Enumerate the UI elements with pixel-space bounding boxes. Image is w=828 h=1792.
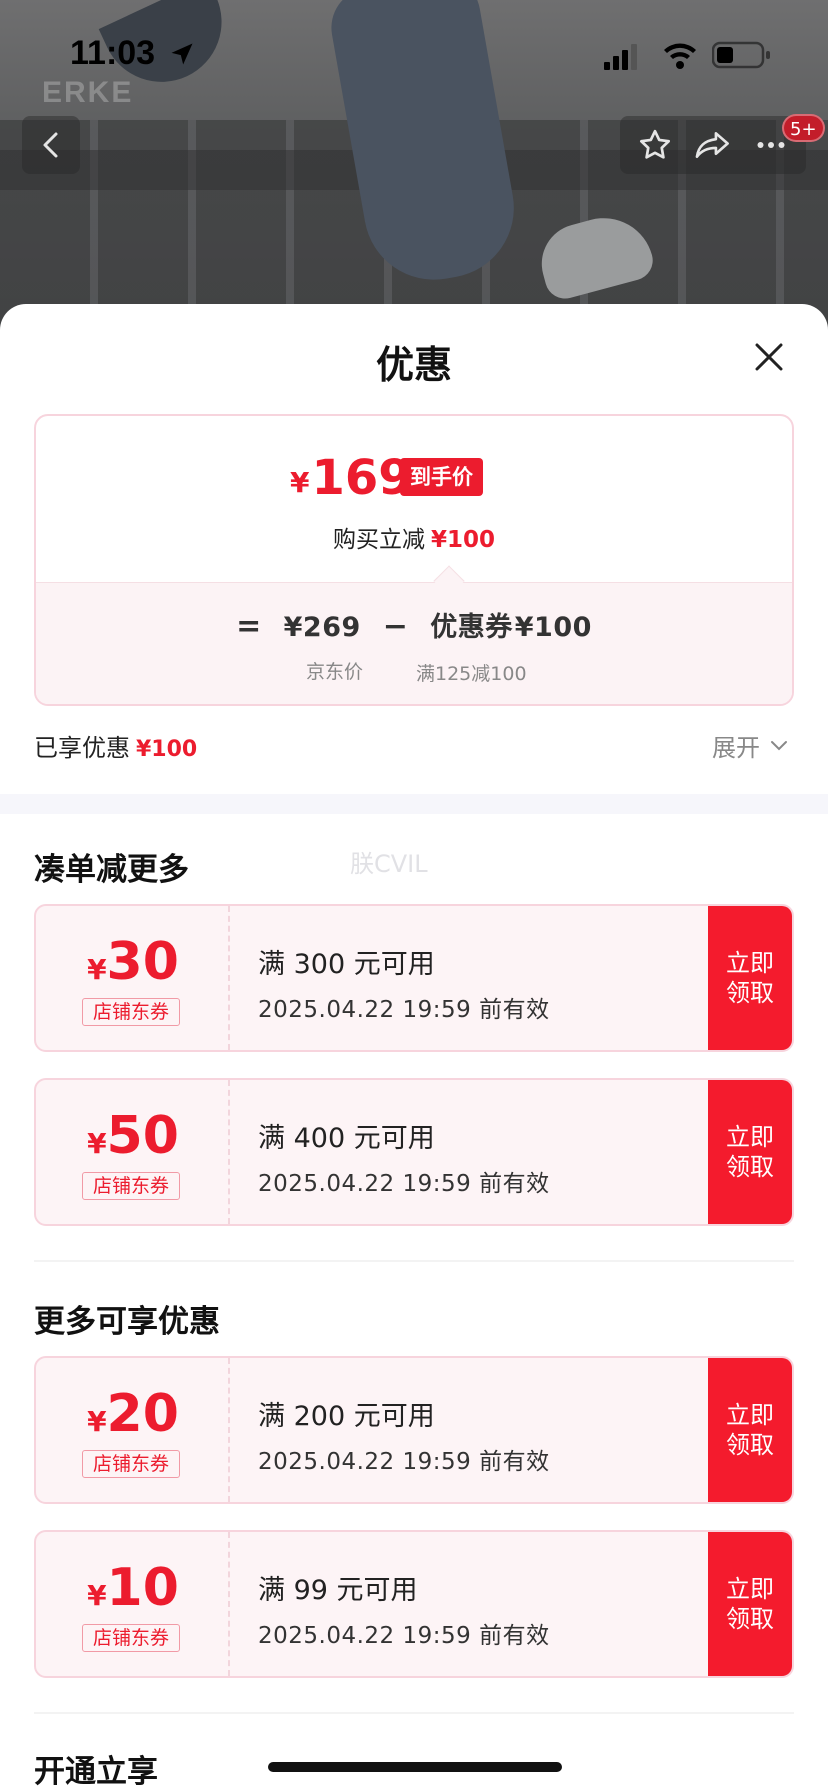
coupon-condition: 满 400 元可用 xyxy=(258,1123,435,1154)
enjoyed-discount: 已享优惠 ¥100 xyxy=(34,728,197,763)
coupon-amount: ¥20 xyxy=(36,1384,230,1444)
enjoyed-label: 已享优惠 xyxy=(34,734,130,762)
jd-price-caption: 京东价 xyxy=(306,661,364,683)
coupon-currency: ¥ xyxy=(87,1579,107,1612)
expand-label: 展开 xyxy=(712,734,760,762)
coupon-amount: ¥30 xyxy=(36,932,230,992)
discount-sheet: 优惠 ¥169 到手价 购买立减 ¥100 = ¥269 − 优惠券¥100 京东… xyxy=(0,304,828,1792)
location-arrow-icon xyxy=(171,43,193,65)
coupon-type-tag: 店铺东券 xyxy=(82,1172,180,1200)
claim-label: 立即 领取 xyxy=(726,949,774,1007)
section-separator xyxy=(34,1712,794,1714)
home-indicator xyxy=(268,1762,562,1772)
currency-symbol: ¥ xyxy=(290,466,310,499)
coupon-currency: ¥ xyxy=(87,1405,107,1438)
share-icon[interactable] xyxy=(694,127,732,163)
coupon-label: 优惠券 xyxy=(430,612,513,643)
price-summary-top: ¥169 到手价 购买立减 ¥100 xyxy=(36,416,792,582)
watermark-text: 朕CVIL xyxy=(350,850,428,878)
coupon-currency: ¥ xyxy=(87,953,107,986)
claim-coupon-button[interactable]: 立即 领取 xyxy=(708,906,792,1050)
coupon-value-area: ¥20 店铺东券 xyxy=(36,1358,230,1502)
section-title: 更多可享优惠 xyxy=(34,1304,220,1340)
coupon-rule-caption: 满125减100 xyxy=(416,663,527,685)
coupon-amount: ¥50 xyxy=(36,1106,230,1166)
coupon-expiry: 2025.04.22 19:59 前有效 xyxy=(258,1623,550,1649)
close-button[interactable] xyxy=(746,334,792,380)
coupon-value: 10 xyxy=(106,1558,179,1618)
coupon-card: ¥10 店铺东券 满 99 元可用 2025.04.22 19:59 前有效 立… xyxy=(34,1530,794,1678)
price-summary-card: ¥169 到手价 购买立减 ¥100 = ¥269 − 优惠券¥100 京东价 满… xyxy=(34,414,794,706)
coupon-value: 50 xyxy=(106,1106,179,1166)
chevron-left-icon xyxy=(43,132,58,158)
price-breakdown: = ¥269 − 优惠券¥100 京东价 满125减100 xyxy=(36,582,792,704)
close-icon xyxy=(755,343,783,371)
enjoyed-amount: ¥100 xyxy=(136,737,198,762)
top-action-group xyxy=(620,116,806,174)
jd-price: ¥269 xyxy=(283,612,361,643)
coupon-type-tag: 店铺东券 xyxy=(82,1624,180,1652)
claim-label: 立即 领取 xyxy=(726,1123,774,1181)
price-formula: = ¥269 − 优惠券¥100 xyxy=(36,605,792,644)
coupon-amount: ¥10 xyxy=(36,1558,230,1618)
coupon-value: 20 xyxy=(106,1384,179,1444)
status-bar: 11:03 xyxy=(0,0,828,100)
section-title: 开通立享 xyxy=(34,1754,158,1790)
claim-label: 立即 领取 xyxy=(726,1401,774,1459)
expand-button[interactable]: 展开 xyxy=(712,728,788,763)
section-divider xyxy=(0,794,828,814)
instant-discount: 购买立减 ¥100 xyxy=(36,520,792,554)
coupon-card: ¥30 店铺东券 满 300 元可用 2025.04.22 19:59 前有效 … xyxy=(34,904,794,1052)
coupon-value-area: ¥10 店铺东券 xyxy=(36,1532,230,1676)
section-title: 凑单减更多 xyxy=(34,852,189,888)
coupon-amount: ¥100 xyxy=(514,612,592,643)
section-separator xyxy=(34,1260,794,1262)
favorite-star-icon[interactable] xyxy=(637,127,673,163)
status-time: 11:03 xyxy=(70,34,156,72)
equals-sign: = xyxy=(236,609,262,644)
claim-label: 立即 领取 xyxy=(726,1575,774,1633)
coupon-type-tag: 店铺东券 xyxy=(82,1450,180,1478)
coupon-condition: 满 200 元可用 xyxy=(258,1401,435,1432)
battery-icon xyxy=(712,41,770,69)
final-price-value: 169 xyxy=(311,450,412,506)
final-price-tag: 到手价 xyxy=(400,458,483,496)
coupon-condition: 满 300 元可用 xyxy=(258,949,435,980)
sheet-title: 优惠 xyxy=(375,343,452,387)
instant-discount-amount: ¥100 xyxy=(430,527,495,553)
claim-coupon-button[interactable]: 立即 领取 xyxy=(708,1532,792,1676)
chevron-down-icon xyxy=(771,740,787,750)
coupon-condition: 满 99 元可用 xyxy=(258,1575,418,1606)
back-button[interactable] xyxy=(22,116,80,174)
notification-badge: 5+ xyxy=(782,114,825,142)
coupon-type-tag: 店铺东券 xyxy=(82,998,180,1026)
coupon-expiry: 2025.04.22 19:59 前有效 xyxy=(258,1171,550,1197)
coupon-currency: ¥ xyxy=(87,1127,107,1160)
coupon-value-area: ¥30 店铺东券 xyxy=(36,906,230,1050)
minus-sign: − xyxy=(382,609,409,644)
coupon-value: 30 xyxy=(106,932,179,992)
coupon-value-area: ¥50 店铺东券 xyxy=(36,1080,230,1224)
claim-coupon-button[interactable]: 立即 领取 xyxy=(708,1080,792,1224)
coupon-expiry: 2025.04.22 19:59 前有效 xyxy=(258,997,550,1023)
coupon-expiry: 2025.04.22 19:59 前有效 xyxy=(258,1449,550,1475)
coupon-card: ¥50 店铺东券 满 400 元可用 2025.04.22 19:59 前有效 … xyxy=(34,1078,794,1226)
coupon-card: ¥20 店铺东券 满 200 元可用 2025.04.22 19:59 前有效 … xyxy=(34,1356,794,1504)
final-price: ¥169 xyxy=(290,450,412,506)
instant-discount-label: 购买立减 xyxy=(332,527,425,553)
cellular-signal-icon xyxy=(604,44,637,70)
wifi-icon xyxy=(664,43,696,69)
claim-coupon-button[interactable]: 立即 领取 xyxy=(708,1358,792,1502)
